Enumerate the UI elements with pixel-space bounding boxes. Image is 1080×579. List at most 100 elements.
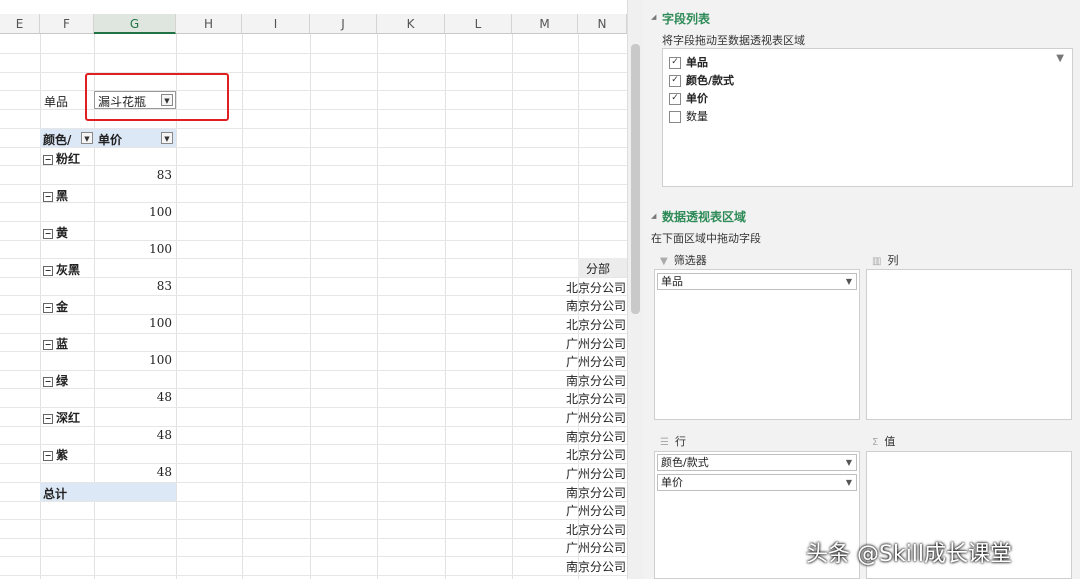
group-label[interactable]: − 金	[43, 298, 68, 315]
field-item-quantity[interactable]: 数量	[669, 108, 708, 124]
gridline	[310, 34, 311, 579]
column-header-e[interactable]: E	[0, 14, 40, 34]
checkbox-unchecked-icon[interactable]	[669, 111, 681, 123]
collapse-icon[interactable]: −	[43, 376, 53, 387]
column-header-j[interactable]: J	[310, 14, 377, 34]
gridline	[0, 333, 627, 334]
column-header-h[interactable]: H	[176, 14, 242, 34]
price-dropdown-icon[interactable]: ▼	[161, 132, 173, 144]
chevron-down-icon[interactable]: ▼	[846, 455, 852, 471]
color-dropdown-icon[interactable]: ▼	[81, 132, 93, 144]
column-header-g[interactable]: G	[94, 14, 176, 34]
group-label[interactable]: − 紫	[43, 446, 68, 463]
branch-cell[interactable]: 广州分公司	[566, 335, 626, 352]
pivot-filter-label: 单品	[44, 95, 69, 109]
gridline	[0, 240, 627, 241]
branch-cell[interactable]: 南京分公司	[566, 558, 626, 575]
filters-zone[interactable]: 单品 ▼	[654, 269, 860, 420]
collapse-icon[interactable]: −	[43, 339, 53, 350]
group-label[interactable]: − 黑	[43, 187, 68, 204]
group-value: 100	[149, 242, 172, 256]
branch-cell[interactable]: 南京分公司	[566, 428, 626, 445]
areas-title: 数据透视表区域	[662, 210, 747, 224]
gridline	[0, 258, 627, 259]
watermark-text: 头条 @Skill成长课堂	[806, 542, 1013, 567]
branch-cell[interactable]: 广州分公司	[566, 409, 626, 426]
gridline	[0, 575, 627, 576]
group-label[interactable]: − 黄	[43, 224, 68, 241]
gridline	[0, 388, 627, 389]
group-value: 100	[149, 353, 172, 367]
column-header-m[interactable]: M	[512, 14, 578, 34]
field-list-hint: 将字段拖动至数据透视表区域	[662, 34, 805, 47]
filter-funnel-icon[interactable]: ▼	[1056, 53, 1064, 64]
group-value: 100	[149, 316, 172, 330]
areas-hint: 在下面区域中拖动字段	[651, 232, 761, 245]
branch-cell[interactable]: 北京分公司	[566, 279, 626, 296]
checkbox-checked-icon[interactable]: ✓	[669, 93, 681, 105]
row-chip-price[interactable]: 单价 ▼	[657, 474, 857, 491]
column-header-l[interactable]: L	[445, 14, 512, 34]
gridline	[0, 370, 627, 371]
branch-cell[interactable]: 南京分公司	[566, 372, 626, 389]
collapse-triangle-icon[interactable]: ◢	[651, 212, 656, 220]
group-value: 100	[149, 205, 172, 219]
branch-cell[interactable]: 广州分公司	[566, 502, 626, 519]
rows-zone-label: ☰ 行	[660, 435, 686, 448]
group-label[interactable]: − 绿	[43, 372, 68, 389]
scrollbar-thumb[interactable]	[631, 44, 640, 314]
pivot-field-panel: ◢ 字段列表 将字段拖动至数据透视表区域 ▼ ✓ 单品 ✓ 颜色/款式 ✓ 单价 数量…	[643, 0, 1080, 579]
group-label[interactable]: − 蓝	[43, 335, 68, 352]
chevron-down-icon[interactable]: ▼	[846, 274, 852, 290]
group-label[interactable]: − 粉红	[43, 150, 80, 167]
columns-zone[interactable]	[866, 269, 1072, 420]
field-item-color[interactable]: ✓ 颜色/款式	[669, 72, 734, 88]
rows-icon: ☰	[660, 437, 669, 448]
checkbox-checked-icon[interactable]: ✓	[669, 75, 681, 87]
chevron-down-icon[interactable]: ▼	[846, 475, 852, 491]
branch-cell[interactable]: 南京分公司	[566, 484, 626, 501]
branch-cell[interactable]: 广州分公司	[566, 353, 626, 370]
column-header-f[interactable]: F	[40, 14, 94, 34]
field-item-price[interactable]: ✓ 单价	[669, 90, 708, 106]
group-value: 83	[156, 168, 172, 182]
collapse-icon[interactable]: −	[43, 302, 53, 313]
field-list-title: 字段列表	[662, 12, 711, 26]
columns-zone-label: ▥ 列	[872, 254, 899, 267]
collapse-icon[interactable]: −	[43, 191, 53, 202]
gridline	[377, 34, 378, 579]
gridline	[0, 53, 627, 54]
row-chip-color[interactable]: 颜色/款式 ▼	[657, 454, 857, 471]
branch-cell[interactable]: 北京分公司	[566, 390, 626, 407]
branch-cell[interactable]: 北京分公司	[566, 521, 626, 538]
field-list-box[interactable]: ▼ ✓ 单品 ✓ 颜色/款式 ✓ 单价 数量	[662, 48, 1073, 187]
collapse-icon[interactable]: −	[43, 265, 53, 276]
gridline	[0, 538, 627, 539]
gridline	[0, 426, 627, 427]
collapse-icon[interactable]: −	[43, 413, 53, 424]
field-item-product[interactable]: ✓ 单品	[669, 54, 708, 70]
column-header-k[interactable]: K	[377, 14, 445, 34]
branch-cell[interactable]: 北京分公司	[566, 446, 626, 463]
checkbox-checked-icon[interactable]: ✓	[669, 57, 681, 69]
pivot-header-color: 颜色/	[43, 133, 72, 147]
filter-chip-product[interactable]: 单品 ▼	[657, 273, 857, 290]
spreadsheet-grid[interactable]: E F G H I J K L M N 单品 漏斗花瓶 ▼ 颜色/ ▼ 单价 ▼…	[0, 0, 627, 579]
collapse-icon[interactable]: −	[43, 228, 53, 239]
collapse-icon[interactable]: −	[43, 154, 53, 165]
column-header-i[interactable]: I	[242, 14, 310, 34]
gridline	[0, 501, 627, 502]
collapse-triangle-icon[interactable]: ◢	[651, 13, 656, 21]
branch-cell[interactable]: 北京分公司	[566, 316, 626, 333]
total-label: 总计	[43, 487, 68, 501]
group-label[interactable]: − 深红	[43, 409, 80, 426]
branch-cell[interactable]: 广州分公司	[566, 539, 626, 556]
collapse-icon[interactable]: −	[43, 450, 53, 461]
vertical-scrollbar[interactable]	[627, 0, 644, 579]
gridline	[445, 34, 446, 579]
column-header-n[interactable]: N	[578, 14, 627, 34]
pivot-header-price: 单价	[98, 133, 123, 147]
branch-cell[interactable]: 南京分公司	[566, 297, 626, 314]
branch-cell[interactable]: 广州分公司	[566, 465, 626, 482]
group-label[interactable]: − 灰黑	[43, 261, 80, 278]
